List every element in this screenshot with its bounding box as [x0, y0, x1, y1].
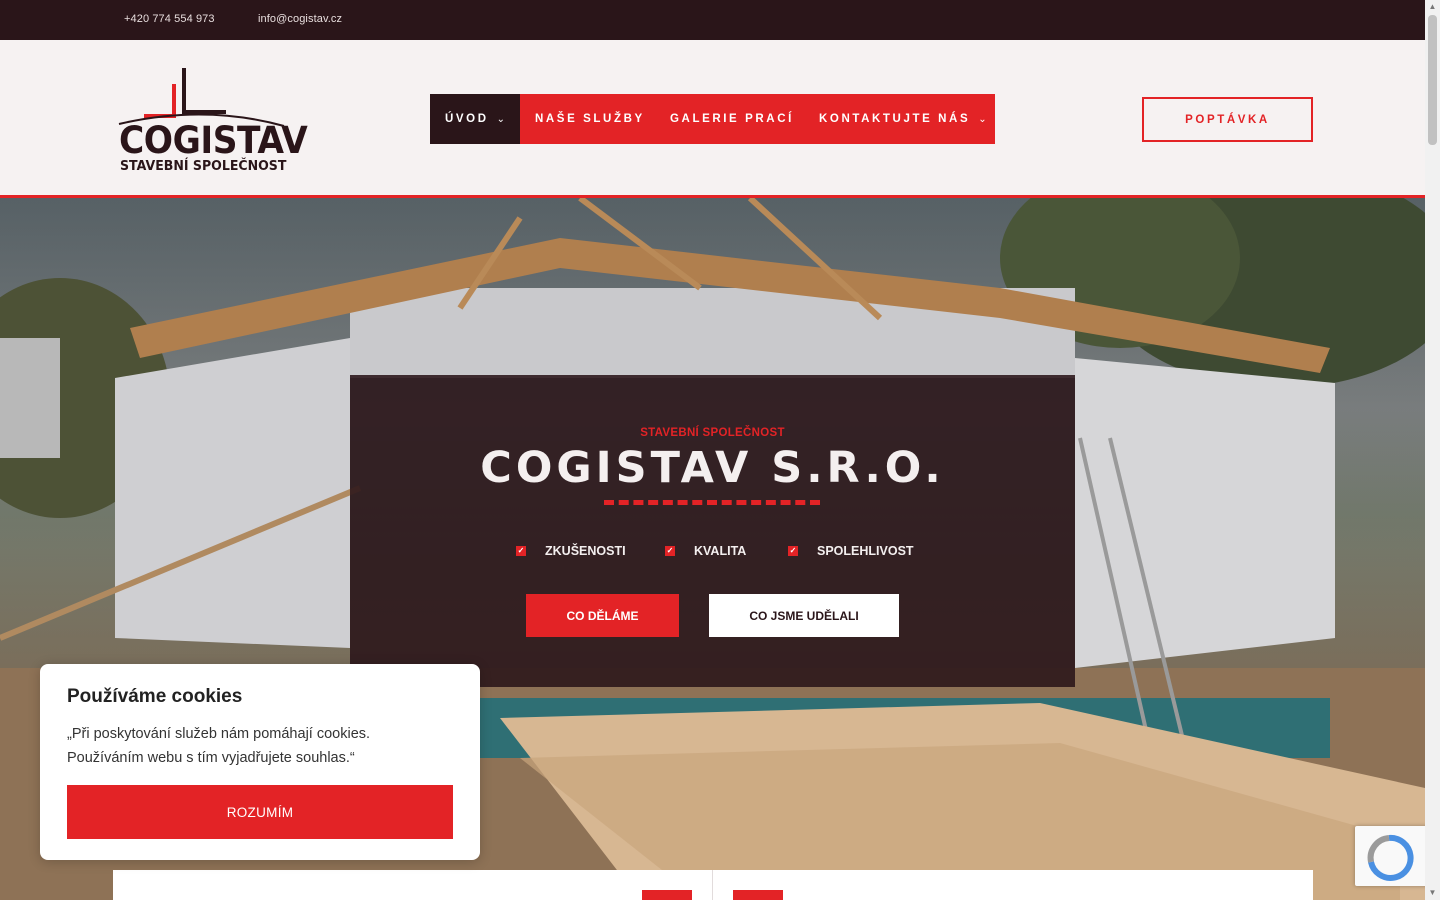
- checkbox-icon: ✓: [788, 546, 798, 556]
- nav-label: NAŠE SLUŽBY: [535, 113, 645, 125]
- accept-cookies-button[interactable]: ROZUMÍM: [67, 785, 453, 839]
- services-card-strip: [113, 870, 1313, 900]
- checkbox-icon: ✓: [516, 546, 526, 556]
- nav-item-nase-sluzby[interactable]: NAŠE SLUŽBY: [520, 94, 655, 144]
- recaptcha-icon: [1367, 834, 1414, 881]
- service-icon: [642, 890, 692, 900]
- feature-label: KVALITA: [694, 544, 747, 558]
- nav-item-uvod[interactable]: ÚVOD ⌄: [430, 94, 520, 144]
- main-nav: ÚVOD ⌄ NAŠE SLUŽBY GALERIE PRACÍ KONTAKT…: [430, 94, 995, 144]
- page-scrollbar[interactable]: ▲ ▼: [1425, 0, 1440, 900]
- checkbox-icon: ✓: [665, 546, 675, 556]
- divider: [712, 870, 713, 900]
- nav-item-galerie-praci[interactable]: GALERIE PRACÍ: [655, 94, 805, 144]
- logo[interactable]: COGISTAV STAVEBNÍ SPOLEČNOST: [114, 64, 308, 176]
- poptavka-button[interactable]: POPTÁVKA: [1142, 97, 1313, 142]
- nav-label: KONTAKTUJTE NÁS: [819, 113, 971, 125]
- hero-overlay-box: STAVEBNÍ SPOLEČNOST COGISTAV S.R.O. ✓ ZK…: [350, 375, 1075, 687]
- hero-kicker: STAVEBNÍ SPOLEČNOST: [640, 427, 785, 439]
- hero-title: COGISTAV S.R.O.: [480, 443, 945, 493]
- cookie-consent-dialog: Používáme cookies „Při poskytování služe…: [40, 664, 480, 860]
- scrollbar-thumb[interactable]: [1428, 15, 1437, 145]
- logo-wordmark: COGISTAV: [119, 119, 308, 162]
- co-delame-button[interactable]: CO DĚLÁME: [526, 594, 679, 637]
- site-header: COGISTAV STAVEBNÍ SPOLEČNOST ÚVOD ⌄ NAŠE…: [0, 40, 1425, 198]
- chevron-down-icon: ⌄: [496, 113, 506, 125]
- top-bar: +420 774 554 973 info@cogistav.cz: [0, 0, 1425, 40]
- scroll-down-arrow-icon[interactable]: ▼: [1425, 886, 1440, 900]
- title-underline: [604, 500, 820, 505]
- chevron-down-icon: ⌄: [978, 113, 987, 125]
- nav-label: GALERIE PRACÍ: [670, 113, 794, 125]
- feature-item: ✓ SPOLEHLIVOST: [788, 544, 914, 558]
- recaptcha-badge[interactable]: [1355, 826, 1430, 886]
- nav-item-kontaktujte-nas[interactable]: KONTAKTUJTE NÁS ⌄: [805, 94, 995, 144]
- co-jsme-udelali-button[interactable]: CO JSME UDĚLALI: [709, 594, 899, 637]
- feature-item: ✓ ZKUŠENOSTI: [516, 544, 626, 558]
- cookie-title: Používáme cookies: [67, 686, 243, 707]
- email-link[interactable]: info@cogistav.cz: [258, 13, 342, 25]
- logo-tagline: STAVEBNÍ SPOLEČNOST: [120, 158, 287, 174]
- cookie-text: „Při poskytování služeb nám pomáhají coo…: [67, 726, 371, 766]
- feature-item: ✓ KVALITA: [665, 544, 746, 558]
- scroll-up-arrow-icon[interactable]: ▲: [1425, 0, 1440, 14]
- feature-label: SPOLEHLIVOST: [817, 544, 914, 558]
- nav-label: ÚVOD: [445, 113, 489, 125]
- feature-label: ZKUŠENOSTI: [545, 544, 626, 558]
- phone-link[interactable]: +420 774 554 973: [124, 13, 215, 25]
- service-icon: [733, 890, 783, 900]
